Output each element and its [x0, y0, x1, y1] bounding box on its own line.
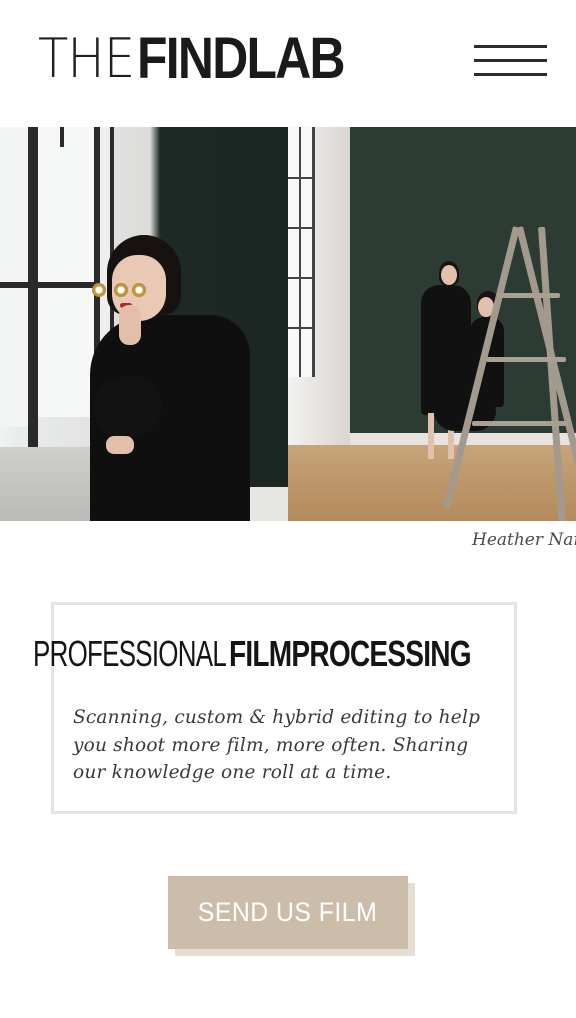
hero-photos — [0, 127, 576, 521]
tagline-heading: PROFESSIONAL FILMPROCESSING — [33, 634, 539, 674]
tagline-heading-light: PROFESSIONAL — [33, 633, 227, 674]
send-us-film-button[interactable]: SEND US FILM — [168, 876, 408, 949]
site-logo[interactable]: THE FINDLAB — [38, 24, 377, 94]
hamburger-menu-icon[interactable] — [474, 43, 547, 79]
site-header: THE FINDLAB — [0, 0, 576, 127]
send-us-film-label: SEND US FILM — [198, 897, 378, 927]
menu-line — [474, 73, 547, 76]
menu-line — [474, 45, 547, 48]
logo-bold-text: FINDLAB — [136, 26, 346, 91]
menu-line — [474, 59, 547, 62]
tagline-heading-bold: FILMPROCESSING — [229, 633, 472, 674]
logo-light-text: THE — [38, 27, 135, 90]
photo-two-women-ladder — [288, 127, 576, 521]
photo-woman-at-window — [0, 127, 288, 521]
photo-credit: Heather Nan — [472, 530, 576, 550]
tagline-body: Scanning, custom & hybrid editing to hel… — [73, 707, 481, 783]
